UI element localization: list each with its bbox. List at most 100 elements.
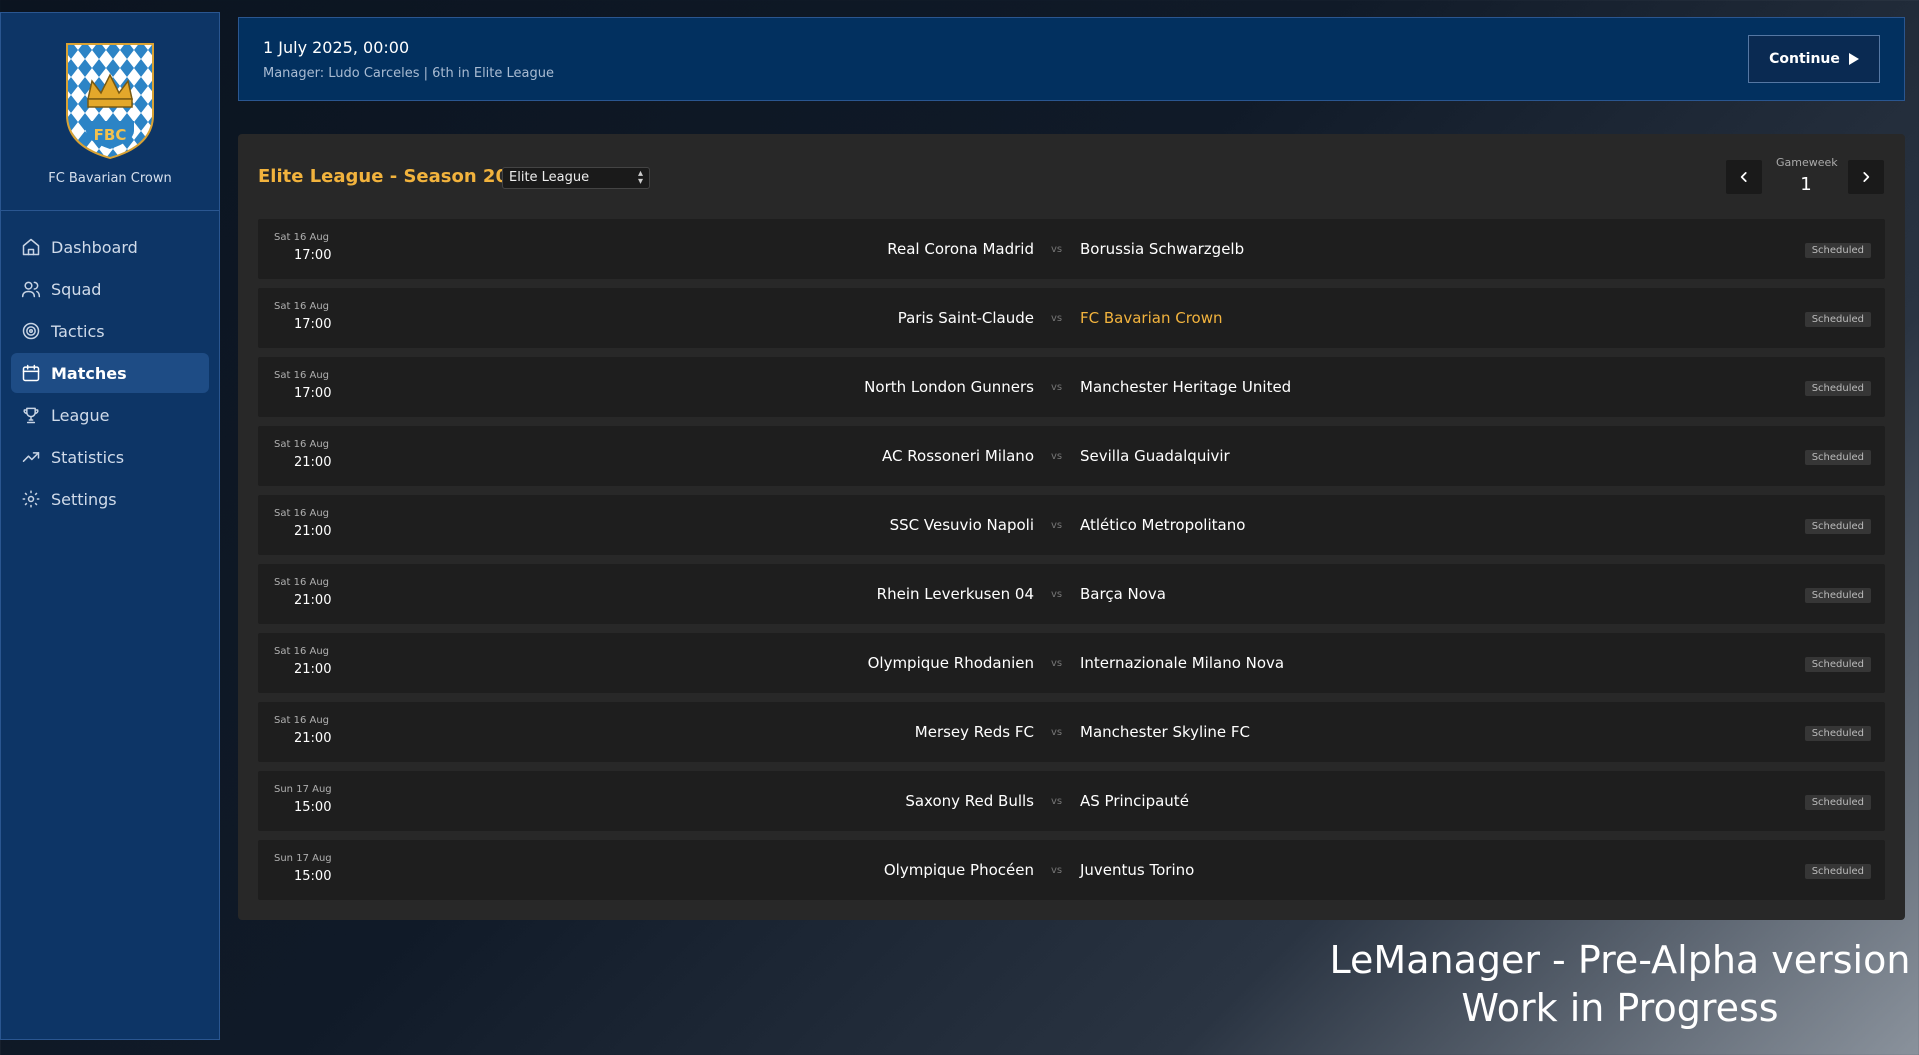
match-row[interactable]: Sat 16 Aug 17:00 North London Gunners vs… [258, 357, 1885, 417]
status-badge: Scheduled [1804, 726, 1871, 741]
home-team: Real Corona Madrid [887, 240, 1034, 258]
sidebar-item-league[interactable]: League [11, 395, 209, 435]
match-time: 17:00 [294, 317, 332, 332]
match-time: 17:00 [294, 386, 332, 401]
sidebar: FBC FC Bavarian Crown Dashboard Squad Ta… [0, 12, 220, 1040]
gameweek-label: Gameweek [1776, 156, 1838, 169]
play-icon [1848, 53, 1859, 65]
page-title: Elite League - Season 2026 [258, 166, 534, 187]
vs-label: vs [1051, 520, 1063, 531]
sidebar-item-label: Matches [51, 363, 127, 383]
home-team: Saxony Red Bulls [905, 792, 1034, 810]
calendar-icon [21, 363, 41, 383]
sidebar-item-statistics[interactable]: Statistics [11, 437, 209, 477]
watermark-line-2: Work in Progress [1461, 986, 1779, 1030]
league-select-value: Elite League [509, 170, 590, 185]
match-row[interactable]: Sat 16 Aug 21:00 AC Rossoneri Milano vs … [258, 426, 1885, 486]
match-time: 17:00 [294, 248, 332, 263]
away-team: Juventus Torino [1080, 861, 1195, 879]
sidebar-item-tactics[interactable]: Tactics [11, 311, 209, 351]
match-row[interactable]: Sat 16 Aug 21:00 Mersey Reds FC vs Manch… [258, 702, 1885, 762]
status-badge: Scheduled [1804, 519, 1871, 534]
gameweek-number: 1 [1800, 174, 1812, 195]
vs-label: vs [1051, 244, 1063, 255]
match-date: Sat 16 Aug [274, 232, 330, 243]
away-team: Barça Nova [1080, 585, 1166, 603]
previous-gameweek-button[interactable] [1726, 160, 1762, 194]
away-team: Manchester Heritage United [1080, 378, 1292, 396]
version-watermark: LeManager - Pre-Alpha version Work in Pr… [1290, 936, 1919, 1032]
next-gameweek-button[interactable] [1848, 160, 1884, 194]
sidebar-item-label: Settings [51, 489, 117, 509]
match-row[interactable]: Sat 16 Aug 21:00 Olympique Rhodanien vs … [258, 633, 1885, 693]
sidebar-item-settings[interactable]: Settings [11, 479, 209, 519]
vs-label: vs [1051, 382, 1063, 393]
home-icon [21, 237, 41, 257]
away-team: Sevilla Guadalquivir [1080, 447, 1230, 465]
away-team: Borussia Schwarzgelb [1080, 240, 1245, 258]
match-time: 15:00 [294, 800, 332, 815]
match-row[interactable]: Sat 16 Aug 21:00 Rhein Leverkusen 04 vs … [258, 564, 1885, 624]
sidebar-item-matches[interactable]: Matches [11, 353, 209, 393]
status-badge: Scheduled [1804, 795, 1871, 810]
match-row[interactable]: Sun 17 Aug 15:00 Olympique Phocéen vs Ju… [258, 840, 1885, 900]
fixtures-panel: Elite League - Season 2026 Elite League … [238, 134, 1905, 920]
home-team: Rhein Leverkusen 04 [876, 585, 1034, 603]
match-date: Sat 16 Aug [274, 370, 330, 381]
manager-info: Manager: Ludo Carceles | 6th in Elite Le… [263, 66, 554, 81]
svg-text:FBC: FBC [94, 126, 127, 144]
status-badge: Scheduled [1804, 312, 1871, 327]
match-row[interactable]: Sun 17 Aug 15:00 Saxony Red Bulls vs AS … [258, 771, 1885, 831]
sidebar-item-label: Dashboard [51, 237, 138, 257]
match-time: 21:00 [294, 455, 332, 470]
match-time: 21:00 [294, 662, 332, 677]
vs-label: vs [1051, 658, 1063, 669]
status-badge: Scheduled [1804, 588, 1871, 603]
match-date: Sat 16 Aug [274, 715, 330, 726]
continue-button-label: Continue [1769, 51, 1840, 67]
away-team: Manchester Skyline FC [1080, 723, 1250, 741]
continue-button[interactable]: Continue [1748, 35, 1880, 83]
match-row[interactable]: Sat 16 Aug 21:00 SSC Vesuvio Napoli vs A… [258, 495, 1885, 555]
league-select[interactable]: Elite League ▴ ▾ [502, 167, 650, 189]
match-list: Sat 16 Aug 17:00 Real Corona Madrid vs B… [258, 219, 1885, 909]
match-date: Sat 16 Aug [274, 301, 330, 312]
match-date: Sun 17 Aug [274, 784, 332, 795]
away-team: Internazionale Milano Nova [1080, 654, 1285, 672]
home-team: Olympique Rhodanien [867, 654, 1034, 672]
status-badge: Scheduled [1804, 864, 1871, 879]
sidebar-item-label: Statistics [51, 447, 125, 467]
away-team-user-club: FC Bavarian Crown [1080, 309, 1223, 327]
sidebar-nav: Dashboard Squad Tactics Matches League S… [1, 211, 219, 537]
home-team: Mersey Reds FC [914, 723, 1034, 741]
users-icon [21, 279, 41, 299]
status-badge: Scheduled [1804, 657, 1871, 672]
chevron-right-icon [1863, 172, 1870, 182]
sidebar-item-squad[interactable]: Squad [11, 269, 209, 309]
vs-label: vs [1051, 313, 1063, 324]
vs-label: vs [1051, 727, 1063, 738]
sidebar-item-label: League [51, 405, 110, 425]
match-time: 15:00 [294, 869, 332, 884]
sidebar-item-label: Squad [51, 279, 102, 299]
match-row[interactable]: Sat 16 Aug 17:00 Paris Saint-Claude vs F… [258, 288, 1885, 348]
vs-label: vs [1051, 796, 1063, 807]
trophy-icon [21, 405, 41, 425]
club-header: FBC FC Bavarian Crown [1, 13, 219, 211]
home-team: AC Rossoneri Milano [882, 447, 1034, 465]
match-date: Sat 16 Aug [274, 439, 330, 450]
status-badge: Scheduled [1804, 450, 1871, 465]
club-crest-icon: FBC [66, 43, 154, 159]
gear-icon [21, 489, 41, 509]
match-time: 21:00 [294, 524, 332, 539]
sidebar-item-dashboard[interactable]: Dashboard [11, 227, 209, 267]
status-badge: Scheduled [1804, 381, 1871, 396]
away-team: AS Principauté [1080, 792, 1189, 810]
home-team: Paris Saint-Claude [897, 309, 1034, 327]
trending-up-icon [21, 447, 41, 467]
top-bar: 1 July 2025, 00:00 Manager: Ludo Carcele… [238, 17, 1905, 101]
status-badge: Scheduled [1804, 243, 1871, 258]
away-team: Atlético Metropolitano [1080, 516, 1246, 534]
match-row[interactable]: Sat 16 Aug 17:00 Real Corona Madrid vs B… [258, 219, 1885, 279]
club-name: FC Bavarian Crown [48, 171, 172, 186]
